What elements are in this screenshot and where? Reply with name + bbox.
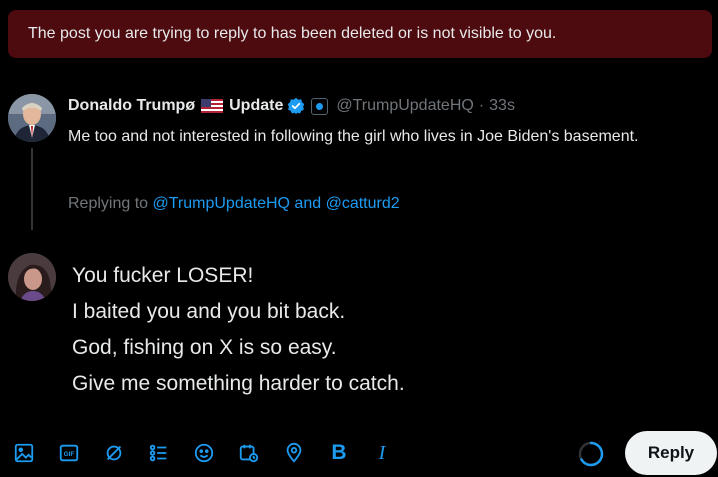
compose-textarea[interactable]: You fucker LOSER! I baited you and you b… xyxy=(72,258,692,402)
italic-icon[interactable]: I xyxy=(370,441,394,465)
gif-icon[interactable]: GIF xyxy=(57,441,81,465)
user-avatar[interactable] xyxy=(8,253,56,301)
compose-line: God, fishing on X is so easy. xyxy=(72,336,337,359)
replying-and: and xyxy=(294,195,322,212)
character-count-progress xyxy=(578,441,604,467)
grok-icon[interactable] xyxy=(102,441,126,465)
gif-label: GIF xyxy=(64,451,75,458)
us-flag-icon xyxy=(201,99,224,113)
bold-icon[interactable]: B xyxy=(327,441,351,465)
error-banner-text: The post you are trying to reply to has … xyxy=(28,25,557,42)
compose-line: Give me something harder to catch. xyxy=(72,372,405,395)
replying-prefix: Replying to xyxy=(68,195,149,212)
post-time[interactable]: 33s xyxy=(489,97,515,115)
compose-line: I baited you and you bit back. xyxy=(72,300,346,323)
reply-button[interactable]: Reply xyxy=(625,431,717,475)
replying-user-link[interactable]: @catturd2 xyxy=(326,195,400,212)
author-handle[interactable]: @TrumpUpdateHQ xyxy=(336,97,473,115)
affiliate-badge-icon[interactable] xyxy=(311,97,329,115)
poll-icon[interactable] xyxy=(147,441,171,465)
original-author-avatar[interactable] xyxy=(8,94,56,142)
author-name-suffix[interactable]: Update xyxy=(229,97,283,115)
location-icon[interactable] xyxy=(282,441,306,465)
post-text: Me too and not interested in following t… xyxy=(68,128,639,145)
replying-user-link[interactable]: @TrumpUpdateHQ xyxy=(153,195,290,212)
author-name[interactable]: Donaldo Trumpø xyxy=(68,97,195,115)
thread-line xyxy=(31,148,33,230)
compose-toolbar: GIF B I xyxy=(0,437,718,469)
error-banner: The post you are trying to reply to has … xyxy=(8,10,712,58)
emoji-icon[interactable] xyxy=(192,441,216,465)
replying-to: Replying to @TrumpUpdateHQ and @catturd2 xyxy=(68,195,400,213)
separator-dot: · xyxy=(478,97,485,114)
post-header: Donaldo Trumpø Update @TrumpUpdateHQ · 3… xyxy=(68,95,515,117)
compose-line: You fucker LOSER! xyxy=(72,264,254,287)
image-icon[interactable] xyxy=(12,441,36,465)
schedule-icon[interactable] xyxy=(237,441,261,465)
verified-badge-icon[interactable] xyxy=(287,97,305,115)
